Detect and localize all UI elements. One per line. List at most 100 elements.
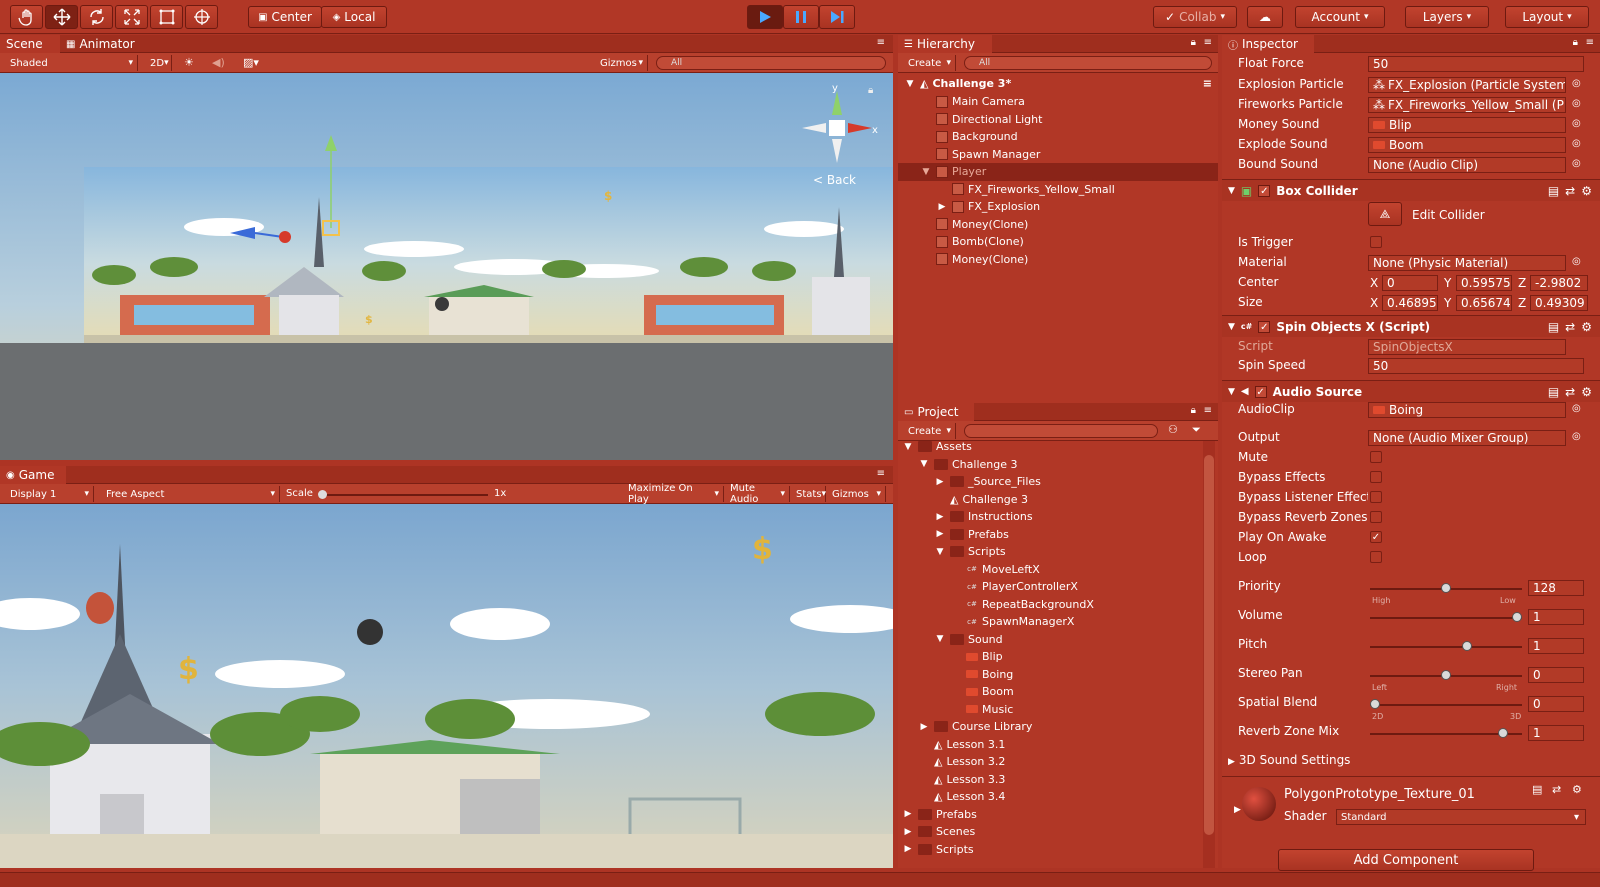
spin-speed-field[interactable]: 50 bbox=[1368, 358, 1584, 374]
object-picker-icon[interactable]: ◎ bbox=[1572, 98, 1581, 109]
hierarchy-item[interactable]: Background bbox=[898, 128, 1218, 146]
stereo-pan-slider[interactable] bbox=[1370, 670, 1522, 680]
money-sound-field[interactable]: Blip bbox=[1368, 117, 1566, 133]
expand-arrow-icon[interactable]: ▶ bbox=[918, 722, 930, 732]
gear-icon[interactable]: ⚙ bbox=[1581, 385, 1592, 399]
gear-icon[interactable]: ⚙ bbox=[1581, 184, 1592, 198]
hierarchy-item[interactable]: Bomb(Clone) bbox=[898, 233, 1218, 251]
hierarchy-item[interactable]: FX_Fireworks_Yellow_Small bbox=[898, 181, 1218, 199]
pause-button[interactable] bbox=[783, 5, 819, 29]
gear-icon[interactable]: ⚙ bbox=[1581, 320, 1592, 334]
expand-arrow-icon[interactable]: ▼ bbox=[934, 634, 946, 644]
aspect-dropdown[interactable]: Free Aspect bbox=[102, 486, 280, 502]
is-trigger-checkbox[interactable] bbox=[1370, 236, 1382, 248]
scrollbar-thumb[interactable] bbox=[1204, 455, 1214, 835]
priority-field[interactable]: 128 bbox=[1528, 580, 1584, 596]
hierarchy-item[interactable]: Main Camera bbox=[898, 93, 1218, 111]
display-dropdown[interactable]: Display 1 bbox=[6, 486, 94, 502]
expand-arrow-icon[interactable]: ▼ bbox=[934, 547, 946, 557]
project-item[interactable]: ▶ Instructions bbox=[898, 508, 1033, 526]
reverb-zone-mix-slider-knob[interactable] bbox=[1497, 728, 1508, 738]
expand-arrow-icon[interactable]: ▶ bbox=[902, 844, 914, 854]
collapse-arrow-icon[interactable]: ▼ bbox=[1228, 387, 1235, 397]
transform-tool-button[interactable] bbox=[185, 5, 218, 29]
edit-collider-button[interactable]: ⟁ bbox=[1368, 202, 1402, 226]
panel-menu-icon[interactable]: ≡ bbox=[877, 468, 885, 479]
audio-source-header[interactable]: ▼ ◀ ✓ Audio Source ▤ ⇄ ⚙ bbox=[1222, 380, 1600, 402]
size-x-field[interactable]: 0.46895 bbox=[1382, 295, 1438, 311]
expand-arrow-icon[interactable]: ▶ bbox=[1234, 805, 1241, 815]
step-button[interactable] bbox=[819, 5, 855, 29]
expand-arrow-icon[interactable]: ▶ bbox=[934, 477, 946, 487]
hierarchy-item[interactable]: ▶ FX_Explosion bbox=[898, 198, 1218, 216]
tab-project[interactable]: ▭ Project bbox=[898, 403, 974, 421]
hand-tool-button[interactable] bbox=[10, 5, 43, 29]
expand-arrow-icon[interactable]: ▼ bbox=[904, 79, 916, 89]
hierarchy-create-dropdown[interactable]: Create bbox=[904, 55, 956, 71]
hierarchy-item[interactable]: Money(Clone) bbox=[898, 251, 1218, 269]
expand-arrow-icon[interactable]: ▶ bbox=[936, 202, 948, 212]
help-book-icon[interactable]: ▤ bbox=[1548, 184, 1559, 198]
reverb-zone-mix-field[interactable]: 1 bbox=[1528, 725, 1584, 741]
expand-arrow-icon[interactable]: ▶ bbox=[902, 809, 914, 819]
project-item[interactable]: ▼ Scripts bbox=[898, 543, 1006, 561]
project-item[interactable]: ◭ Lesson 3.2 bbox=[898, 753, 1005, 771]
rect-tool-button[interactable] bbox=[150, 5, 183, 29]
spatial-blend-slider[interactable] bbox=[1370, 699, 1522, 709]
account-dropdown[interactable]: Account ▾ bbox=[1295, 6, 1385, 28]
tab-inspector[interactable]: ⓘ Inspector bbox=[1222, 35, 1314, 53]
object-picker-icon[interactable]: ◎ bbox=[1572, 118, 1581, 129]
scale-tool-button[interactable] bbox=[115, 5, 148, 29]
volume-slider[interactable] bbox=[1370, 612, 1522, 622]
tab-game[interactable]: ◉ Game bbox=[0, 466, 66, 484]
project-item[interactable]: ◭ Challenge 3 bbox=[898, 491, 1028, 509]
3d-sound-settings-foldout[interactable]: ▶ 3D Sound Settings bbox=[1228, 753, 1350, 767]
reverb-zone-mix-slider[interactable] bbox=[1370, 728, 1522, 738]
enabled-checkbox[interactable]: ✓ bbox=[1258, 184, 1271, 197]
bypass-reverb-checkbox[interactable] bbox=[1370, 511, 1382, 523]
mute-checkbox[interactable] bbox=[1370, 451, 1382, 463]
help-book-icon[interactable]: ▤ bbox=[1532, 783, 1542, 796]
expand-arrow-icon[interactable]: ▼ bbox=[902, 442, 914, 452]
project-item[interactable]: Boom bbox=[898, 683, 1014, 701]
project-item[interactable]: ▼ Sound bbox=[898, 631, 1003, 649]
hierarchy-search-input[interactable]: All bbox=[964, 56, 1212, 70]
spin-objects-header[interactable]: ▼ c# ✓ Spin Objects X (Script) ▤ ⇄ ⚙ bbox=[1222, 315, 1600, 337]
expand-arrow-icon[interactable]: ▼ bbox=[918, 459, 930, 469]
mute-audio-toggle[interactable]: Mute Audio bbox=[726, 483, 790, 505]
center-y-field[interactable]: 0.59575 bbox=[1456, 275, 1512, 291]
expand-arrow-icon[interactable]: ▶ bbox=[902, 827, 914, 837]
layout-dropdown[interactable]: Layout ▾ bbox=[1505, 6, 1589, 28]
pivot-local-button[interactable]: ◈ Local bbox=[321, 6, 387, 28]
explosion-particle-field[interactable]: ⁂ FX_Explosion (Particle System bbox=[1368, 77, 1566, 93]
lock-icon[interactable]: 🔒︎ bbox=[868, 85, 873, 96]
physic-material-field[interactable]: None (Physic Material) bbox=[1368, 255, 1566, 271]
project-item[interactable]: ▶ Scenes bbox=[898, 823, 976, 841]
panel-menu-icon[interactable]: ≡ bbox=[1586, 37, 1594, 48]
priority-slider-knob[interactable] bbox=[1441, 583, 1451, 593]
project-item[interactable]: ▶ Prefabs bbox=[898, 526, 1009, 544]
stereo-pan-slider-knob[interactable] bbox=[1441, 670, 1451, 680]
center-z-field[interactable]: -2.9802 bbox=[1530, 275, 1588, 291]
loop-checkbox[interactable] bbox=[1370, 551, 1382, 563]
expand-arrow-icon[interactable]: ▼ bbox=[920, 167, 932, 177]
project-item[interactable]: c# RepeatBackgroundX bbox=[898, 596, 1094, 614]
project-item[interactable]: ▶ Course Library bbox=[898, 718, 1033, 736]
tab-hierarchy[interactable]: ☰ Hierarchy bbox=[898, 35, 992, 53]
box-collider-header[interactable]: ▼ ▣ ✓ Box Collider ▤ ⇄ ⚙ bbox=[1222, 179, 1600, 201]
play-button[interactable] bbox=[747, 5, 783, 29]
project-item[interactable]: ◭ Lesson 3.3 bbox=[898, 771, 1005, 789]
hierarchy-item[interactable]: ▼ Player bbox=[898, 163, 1218, 181]
project-item[interactable]: ▶ _Source_Files bbox=[898, 473, 1041, 491]
layers-dropdown[interactable]: Layers ▾ bbox=[1405, 6, 1489, 28]
shading-dropdown[interactable]: Shaded bbox=[6, 55, 138, 71]
scene-root-row[interactable]: ▼ ◭ Challenge 3* ≡ bbox=[904, 75, 1212, 93]
move-gizmo[interactable] bbox=[225, 133, 345, 253]
gizmos-dropdown[interactable]: Gizmos bbox=[596, 55, 648, 71]
spatial-blend-field[interactable]: 0 bbox=[1528, 696, 1584, 712]
label-tag-icon[interactable]: ⏷ bbox=[1192, 423, 1201, 437]
gear-icon[interactable]: ⚙ bbox=[1572, 783, 1582, 796]
object-picker-icon[interactable]: ◎ bbox=[1572, 256, 1581, 267]
collapse-arrow-icon[interactable]: ▼ bbox=[1228, 186, 1235, 196]
stats-toggle[interactable]: Stats bbox=[792, 486, 826, 502]
